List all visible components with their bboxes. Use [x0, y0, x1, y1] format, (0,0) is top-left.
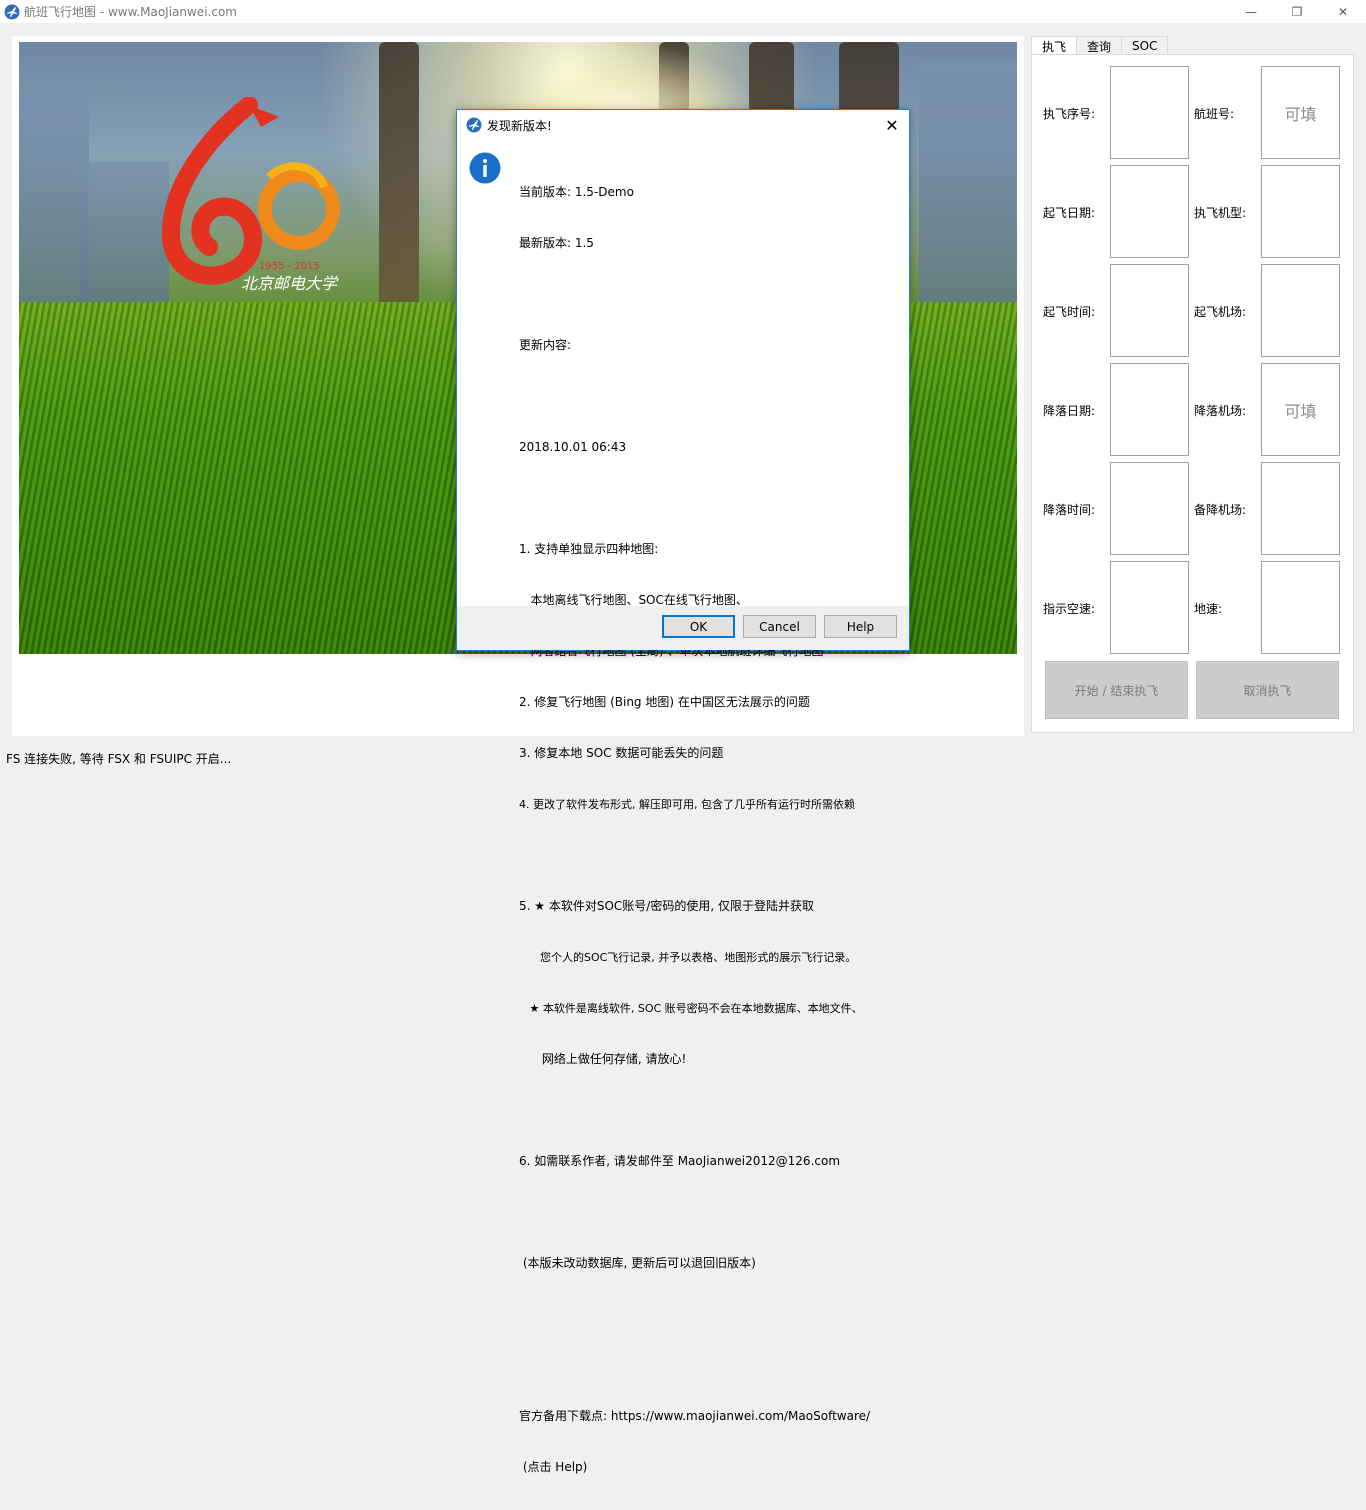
close-icon: ✕ [1337, 4, 1349, 19]
message-line: 2. 修复飞行地图 (Bing 地图) 在中国区无法展示的问题 [519, 695, 810, 709]
airplane-app-icon [466, 117, 482, 133]
status-text: FS 连接失败, 等待 FSX 和 FSUIPC 开启... [6, 752, 232, 766]
message-line [519, 1204, 904, 1221]
message-line: 网络上做任何存储, 请放心! [519, 1052, 687, 1066]
message-line: (点击 Help) [519, 1460, 588, 1474]
dialog-message: 当前版本: 1.5-Demo 最新版本: 1.5 更新内容: 2018.10.0… [519, 150, 904, 1510]
tab-query[interactable]: 查询 [1076, 36, 1123, 55]
message-line [519, 490, 904, 507]
landing-airport-field[interactable]: 可填 [1261, 363, 1340, 456]
message-line [519, 1357, 904, 1374]
flight-number-label: 航班号: [1194, 107, 1235, 121]
message-line: 4. 更改了软件发布形式, 解压即可用, 包含了几乎所有运行时所需依赖 [519, 798, 855, 811]
right-tabs: 执飞 查询 SOC [1031, 36, 1169, 56]
start-end-flight-button[interactable]: 开始 / 结束执飞 [1045, 661, 1188, 719]
dialog-title-bar: 发现新版本! ✕ [457, 110, 909, 140]
message-line [519, 1102, 904, 1119]
landing-time-field[interactable] [1110, 462, 1189, 555]
departure-date-field[interactable] [1110, 165, 1189, 258]
indicated-airspeed-field[interactable] [1110, 561, 1189, 654]
update-dialog: 发现新版本! ✕ 当前版本: 1.5-Demo 最新版本: 1.5 更新内容: … [456, 109, 910, 1474]
info-icon [469, 152, 501, 184]
dialog-button-bar: OK Cancel Help [457, 606, 909, 650]
message-line: 官方备用下载点: https://www.maojianwei.com/MaoS… [519, 1409, 871, 1423]
maximize-icon: ❐ [1291, 4, 1303, 19]
message-line: 2018.10.01 06:43 [519, 440, 627, 454]
departure-date-label: 起飞日期: [1043, 206, 1096, 220]
message-line: 您个人的SOC飞行记录, 并予以表格、地图形式的展示飞行记录。 [519, 951, 857, 964]
message-line: 1. 支持单独显示四种地图: [519, 542, 659, 556]
flight-serial-label: 执飞序号: [1043, 107, 1096, 121]
message-line [519, 1306, 904, 1323]
message-line [519, 286, 904, 303]
cancel-flight-button[interactable]: 取消执飞 [1196, 661, 1339, 719]
aircraft-type-label: 执飞机型: [1194, 206, 1247, 220]
indicated-airspeed-label: 指示空速: [1043, 602, 1096, 616]
help-button[interactable]: Help [824, 615, 897, 638]
cancel-button[interactable]: Cancel [743, 615, 816, 638]
dialog-close-button[interactable]: ✕ [881, 114, 903, 136]
dialog-title: 发现新版本! [487, 118, 552, 133]
message-line: 3. 修复本地 SOC 数据可能丢失的问题 [519, 746, 724, 760]
departure-time-field[interactable] [1110, 264, 1189, 357]
message-line: ★ 本软件是离线软件, SOC 账号密码不会在本地数据库、本地文件、 [519, 1002, 863, 1015]
alternate-airport-label: 备降机场: [1194, 503, 1247, 517]
flight-serial-field[interactable] [1110, 66, 1189, 159]
flight-number-field[interactable]: 可填 [1261, 66, 1340, 159]
anniversary-60-logo: 1955 - 2015 北京邮电大学 [161, 97, 340, 293]
ground-speed-label: 地速: [1194, 602, 1223, 616]
maximize-button[interactable]: ❐ [1274, 0, 1320, 23]
landing-time-label: 降落时间: [1043, 503, 1096, 517]
message-line: 当前版本: 1.5-Demo [519, 185, 634, 199]
background-building [919, 62, 1017, 312]
close-window-button[interactable]: ✕ [1320, 0, 1366, 23]
message-line: 更新内容: [519, 338, 572, 352]
logo-university-name: 北京邮电大学 [241, 274, 339, 293]
aircraft-type-field[interactable] [1261, 165, 1340, 258]
departure-time-label: 起飞时间: [1043, 305, 1096, 319]
departure-airport-field[interactable] [1261, 264, 1340, 357]
message-line: 最新版本: 1.5 [519, 236, 594, 250]
ok-button[interactable]: OK [662, 615, 735, 638]
minimize-icon: — [1245, 4, 1257, 19]
ground-speed-field[interactable] [1261, 561, 1340, 654]
message-line [519, 388, 904, 405]
message-line: 6. 如需联系作者, 请发邮件至 MaoJianwei2012@126.com [519, 1154, 841, 1168]
landing-date-field[interactable] [1110, 363, 1189, 456]
landing-date-label: 降落日期: [1043, 404, 1096, 418]
tab-soc[interactable]: SOC [1121, 36, 1169, 55]
message-line: 5. ★ 本软件对SOC账号/密码的使用, 仅限于登陆并获取 [519, 899, 814, 913]
close-icon: ✕ [885, 115, 899, 135]
alternate-airport-field[interactable] [1261, 462, 1340, 555]
minimize-button[interactable]: — [1228, 0, 1274, 23]
message-line: (本版未改动数据库, 更新后可以退回旧版本) [519, 1256, 756, 1270]
tab-flight[interactable]: 执飞 [1031, 36, 1078, 56]
logo-years: 1955 - 2015 [259, 261, 320, 272]
title-bar: 航班飞行地图 - www.MaoJianwei.com — ❐ ✕ [0, 0, 1366, 23]
message-line [519, 847, 904, 864]
window-title: 航班飞行地图 - www.MaoJianwei.com [24, 5, 237, 19]
landing-airport-label: 降落机场: [1194, 404, 1247, 418]
airplane-app-icon [4, 4, 20, 19]
departure-airport-label: 起飞机场: [1194, 305, 1247, 319]
